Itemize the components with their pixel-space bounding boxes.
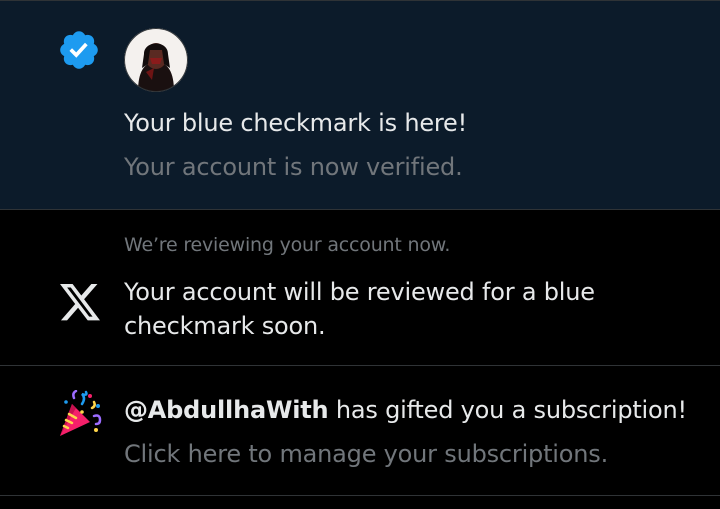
notifications-feed: Your blue checkmark is here! Your accoun… [0,0,720,509]
notification-header: We’re reviewing your account now. [124,234,451,256]
notification-body: Your account will be reviewed for a blue… [124,278,595,340]
notification-title-text: has gifted you a subscription! [328,396,687,424]
notification-title: @AbdullhaWith has gifted you a subscript… [124,396,687,424]
notification-review[interactable]: We’re reviewing your account now. Your a… [0,210,720,365]
manage-subscriptions-link[interactable]: Click here to manage your subscriptions. [124,440,608,468]
notification-verified[interactable]: Your blue checkmark is here! Your accoun… [0,1,720,209]
party-popper-icon [56,390,104,438]
verified-badge-icon [57,28,101,72]
user-handle-link[interactable]: @AbdullhaWith [124,396,329,424]
user-avatar[interactable] [124,28,188,92]
notification-subtitle: Your account is now verified. [124,153,463,181]
notification-title: Your blue checkmark is here! [124,109,468,137]
x-logo-icon [58,282,102,326]
divider [0,495,720,496]
notification-gift[interactable]: @AbdullhaWith has gifted you a subscript… [0,366,720,495]
